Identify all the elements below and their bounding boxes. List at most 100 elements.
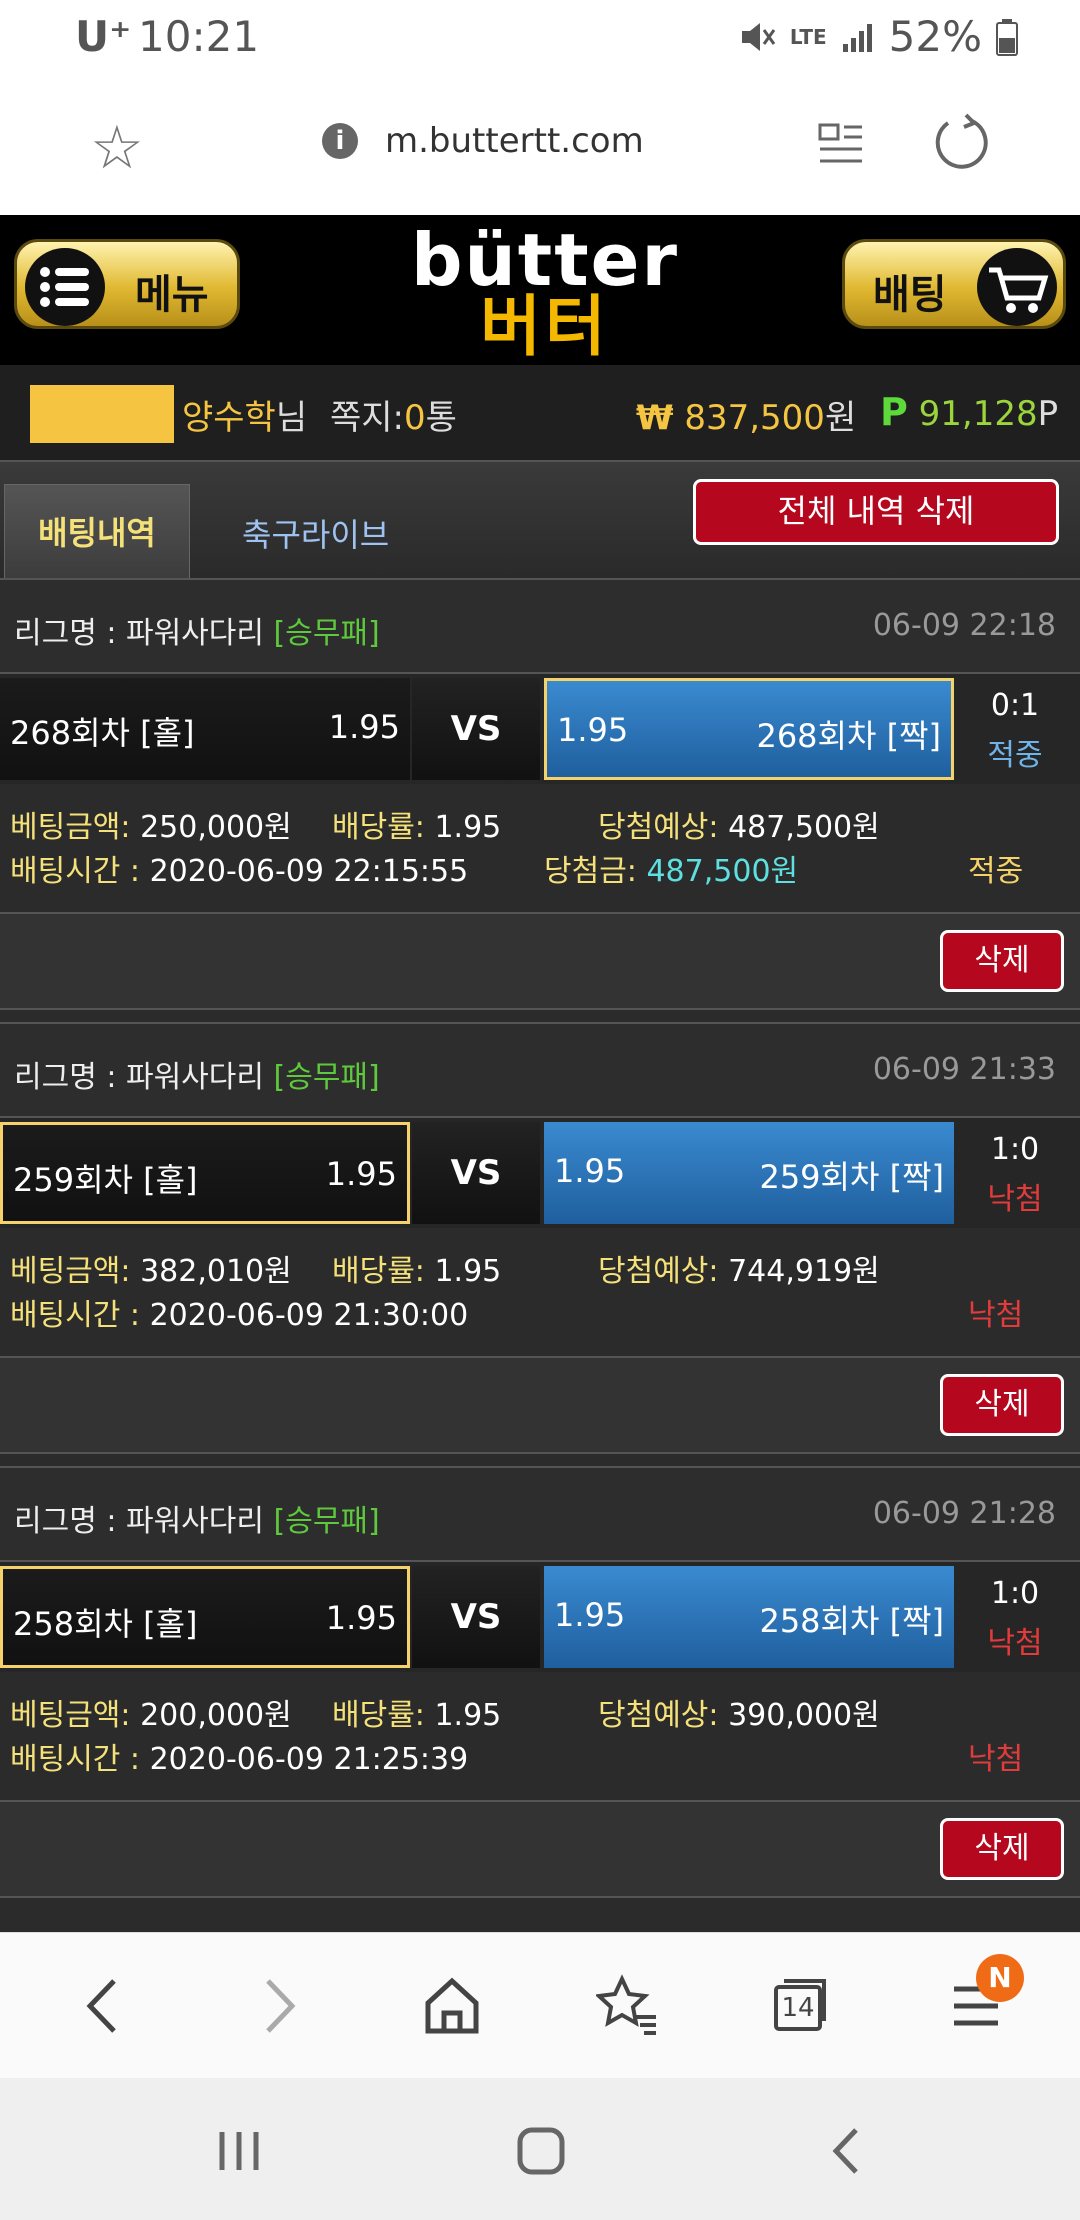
bet-rate-value: 1.95 bbox=[434, 810, 502, 845]
site-info-icon[interactable]: i bbox=[322, 123, 358, 159]
bet-rate-label: 배당률: bbox=[332, 810, 425, 845]
forward-icon[interactable] bbox=[256, 1973, 302, 2039]
username: 양수학님 bbox=[182, 390, 307, 439]
recent-apps-icon[interactable] bbox=[216, 2128, 262, 2174]
league-name: 리그명 : 파워사다리 [승무패] bbox=[14, 608, 380, 652]
bet-rate-value: 1.95 bbox=[434, 1254, 502, 1289]
money-value: 837,500 bbox=[684, 398, 825, 438]
menu-button[interactable]: 메뉴 bbox=[14, 239, 240, 329]
away-team: 268회차 [짝] bbox=[756, 717, 941, 755]
away-pick-selected: 1.95 268회차 [짝] bbox=[544, 678, 954, 780]
bet-amount: 베팅금액: 250,000원 bbox=[10, 802, 292, 846]
avatar bbox=[30, 385, 174, 443]
system-back-icon[interactable] bbox=[826, 2124, 866, 2178]
bookmarks-icon[interactable] bbox=[596, 1973, 660, 2039]
bet-time-label: 배팅시간 : bbox=[10, 1742, 141, 1777]
bet-league-bar: 리그명 : 파워사다리 [승무패] 06-09 22:18 bbox=[0, 578, 1080, 674]
bet-amount-value: 200,000원 bbox=[140, 1698, 292, 1733]
bet-details: 베팅금액: 382,010원 배당률: 1.95 당첨예상: 744,919원 … bbox=[0, 1228, 1080, 1358]
away-odd: 1.95 bbox=[554, 1152, 626, 1190]
memo-count[interactable]: 쪽지:0통 bbox=[330, 390, 457, 439]
bet-amount-label: 베팅금액: bbox=[10, 810, 131, 845]
delete-bet-button[interactable]: 삭제 bbox=[940, 1374, 1064, 1436]
memo-count-value: 0 bbox=[404, 398, 426, 438]
win-amount-value: 487,500원 bbox=[646, 854, 799, 889]
away-pick: 1.95 259회차 [짝] bbox=[544, 1122, 954, 1224]
tab-betting-history[interactable]: 배팅내역 bbox=[4, 484, 190, 580]
match-score: 1:0 bbox=[990, 1576, 1040, 1611]
reader-mode-icon[interactable] bbox=[818, 119, 864, 169]
tab-soccer-live[interactable]: 축구라이브 bbox=[242, 510, 389, 556]
expected-win-label: 당첨예상: bbox=[598, 810, 719, 845]
battery-icon bbox=[996, 18, 1018, 56]
back-icon[interactable] bbox=[80, 1973, 126, 2039]
match-outcome: 적중 bbox=[987, 738, 1043, 773]
memo-label: 쪽지: bbox=[330, 398, 405, 438]
bet-time: 배팅시간 : 2020-06-09 21:30:00 bbox=[10, 1290, 468, 1334]
bet-amount-value: 382,010원 bbox=[140, 1254, 292, 1289]
expected-win-label: 당첨예상: bbox=[598, 1698, 719, 1733]
delete-bet-button[interactable]: 삭제 bbox=[940, 930, 1064, 992]
bet-amount-value: 250,000원 bbox=[140, 810, 292, 845]
bet-rate-label: 배당률: bbox=[332, 1254, 425, 1289]
match-outcome: 낙첨 bbox=[987, 1626, 1043, 1661]
logo-text-en: bütter bbox=[411, 218, 679, 302]
expected-win-label: 당첨예상: bbox=[598, 1254, 719, 1289]
username-value: 양수학 bbox=[182, 398, 276, 438]
delete-all-button[interactable]: 전체 내역 삭제 bbox=[693, 479, 1059, 545]
status-bar: U⁺ 10:21 LTE 52% bbox=[0, 0, 1080, 75]
won-icon: ₩ bbox=[636, 398, 674, 438]
away-pick: 1.95 258회차 [짝] bbox=[544, 1566, 954, 1668]
match-row: 259회차 [홀] 1.95 VS 1.95 259회차 [짝] 1:0 낙첨 bbox=[0, 1118, 1080, 1228]
bet-league-bar: 리그명 : 파워사다리 [승무패] 06-09 21:33 bbox=[0, 1022, 1080, 1118]
bet-amount: 베팅금액: 382,010원 bbox=[10, 1246, 292, 1290]
user-info-bar: 양수학님 쪽지:0통 ₩ 837,500원 P 91,128P bbox=[0, 365, 1080, 460]
notification-badge: N bbox=[976, 1954, 1024, 2002]
url-text[interactable]: m.buttertt.com bbox=[385, 121, 644, 161]
away-team: 258회차 [짝] bbox=[759, 1602, 944, 1640]
signal-icon bbox=[842, 23, 872, 52]
betting-cart-button[interactable]: 배팅 bbox=[842, 239, 1066, 329]
away-team: 259회차 [짝] bbox=[759, 1158, 944, 1196]
betting-label: 배팅 bbox=[873, 272, 947, 318]
match-outcome: 낙첨 bbox=[987, 1182, 1043, 1217]
league-label: 리그명 : 파워사다리 bbox=[14, 1504, 264, 1539]
carrier-label: U⁺ bbox=[75, 12, 132, 61]
league-label: 리그명 : 파워사다리 bbox=[14, 616, 264, 651]
site-logo[interactable]: bütter 버터 bbox=[400, 218, 690, 360]
bet-date: 06-09 21:28 bbox=[872, 1496, 1056, 1531]
browser-address-bar: ☆ i m.buttertt.com bbox=[0, 75, 1080, 215]
bookmark-star-icon[interactable]: ☆ bbox=[90, 113, 144, 183]
expected-win: 당첨예상: 390,000원 bbox=[598, 1690, 880, 1734]
away-odd: 1.95 bbox=[554, 1596, 626, 1634]
bet-details: 베팅금액: 250,000원 배당률: 1.95 당첨예상: 487,500원 … bbox=[0, 784, 1080, 914]
bet-amount: 베팅금액: 200,000원 bbox=[10, 1690, 292, 1734]
win-amount: 당첨금: 487,500원 bbox=[544, 846, 798, 890]
home-odd: 1.95 bbox=[328, 708, 400, 746]
bet-amount-label: 베팅금액: bbox=[10, 1254, 131, 1289]
vs-label: VS bbox=[412, 1566, 540, 1668]
home-team: 259회차 [홀] bbox=[13, 1161, 198, 1199]
money-suffix: 원 bbox=[824, 398, 857, 438]
bet-rate: 배당률: 1.95 bbox=[332, 1690, 501, 1734]
match-row: 268회차 [홀] 1.95 VS 1.95 268회차 [짝] 0:1 적중 bbox=[0, 674, 1080, 784]
reload-icon[interactable] bbox=[930, 111, 990, 171]
bet-amount-label: 베팅금액: bbox=[10, 1698, 131, 1733]
away-odd: 1.95 bbox=[557, 711, 629, 749]
home-button-icon[interactable] bbox=[516, 2126, 566, 2176]
home-pick-selected: 259회차 [홀] 1.95 bbox=[0, 1122, 410, 1224]
expected-win-value: 744,919원 bbox=[728, 1254, 880, 1289]
bet-time-label: 배팅시간 : bbox=[10, 854, 141, 889]
expected-win: 당첨예상: 744,919원 bbox=[598, 1246, 880, 1290]
bet-details: 베팅금액: 200,000원 배당률: 1.95 당첨예상: 390,000원 … bbox=[0, 1672, 1080, 1802]
league-label: 리그명 : 파워사다리 bbox=[14, 1060, 264, 1095]
site-header: 메뉴 bütter 버터 배팅 bbox=[0, 215, 1080, 365]
memo-suffix: 통 bbox=[425, 398, 457, 438]
menu-label: 메뉴 bbox=[135, 272, 209, 318]
tabs-count: 14 bbox=[781, 1993, 815, 2023]
delete-bet-button[interactable]: 삭제 bbox=[940, 1818, 1064, 1880]
bet-action-bar: 삭제 bbox=[0, 914, 1080, 1010]
tabs-button[interactable]: 14 bbox=[772, 1973, 832, 2035]
home-team: 258회차 [홀] bbox=[13, 1605, 198, 1643]
home-icon[interactable] bbox=[424, 1973, 480, 2039]
